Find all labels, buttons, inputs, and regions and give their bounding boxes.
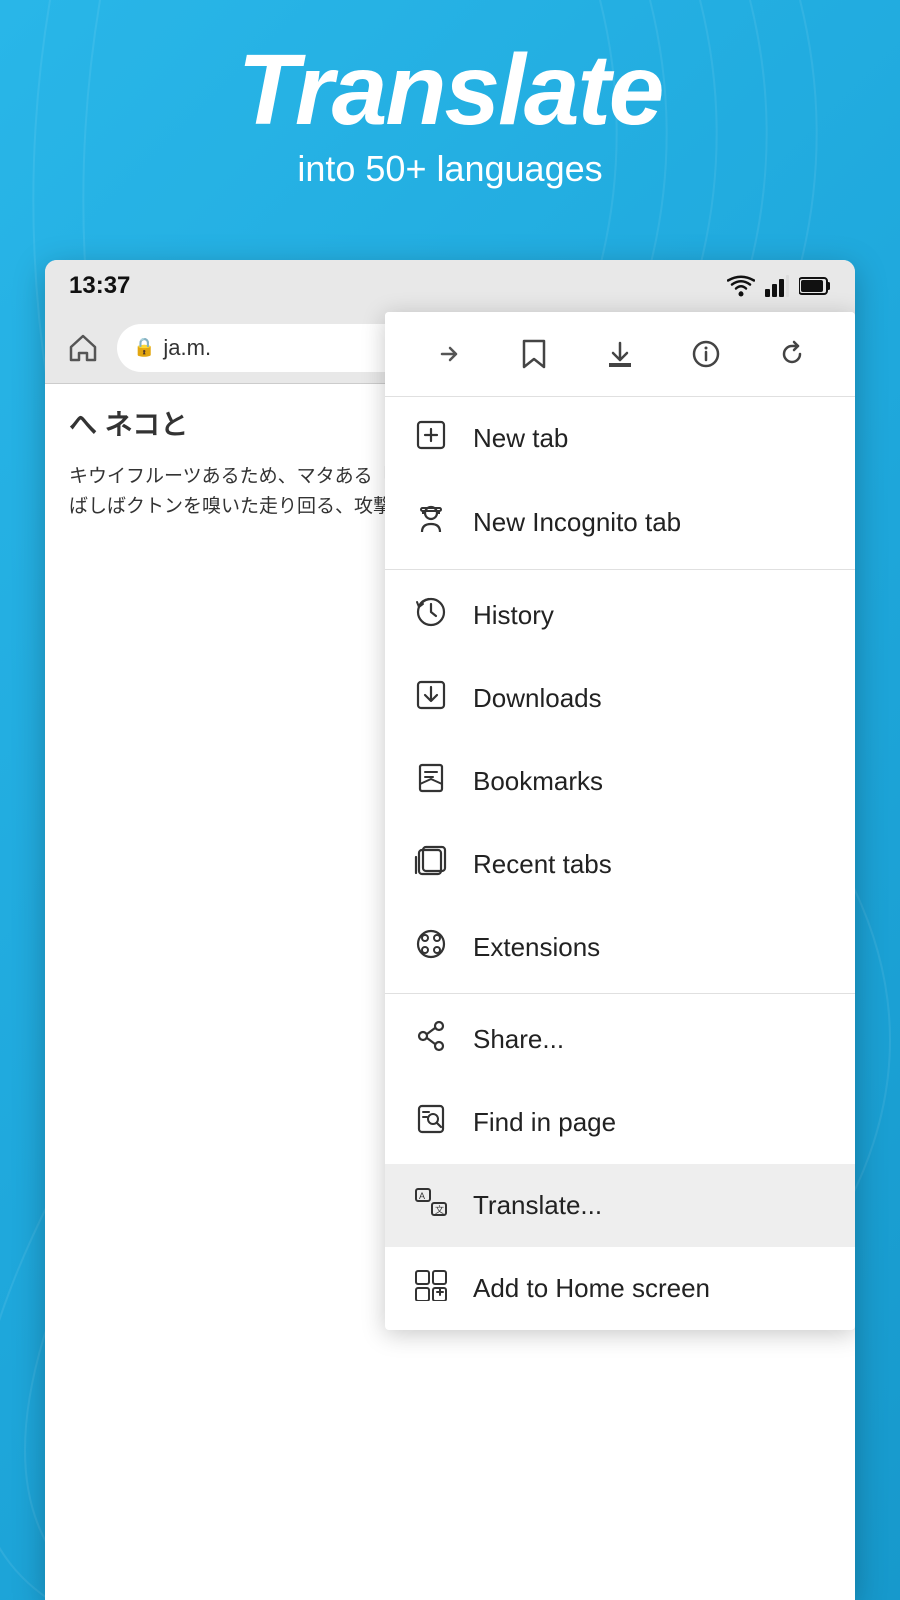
new-tab-label: New tab <box>473 423 568 454</box>
menu-item-downloads[interactable]: Downloads <box>385 657 855 740</box>
recent-tabs-icon <box>413 845 449 884</box>
downloads-label: Downloads <box>473 683 602 714</box>
menu-item-new-tab[interactable]: New tab <box>385 397 855 480</box>
home-button[interactable] <box>61 326 105 370</box>
svg-text:A: A <box>419 1191 425 1201</box>
recent-tabs-label: Recent tabs <box>473 849 612 880</box>
bookmark-button[interactable] <box>508 328 560 380</box>
header-subtitle: into 50+ languages <box>0 148 900 190</box>
status-time: 13:37 <box>69 272 130 300</box>
header-title: Translate <box>0 40 900 140</box>
status-icons <box>727 275 831 297</box>
status-bar: 13:37 <box>45 260 855 312</box>
info-button[interactable] <box>680 328 732 380</box>
menu-toolbar <box>385 312 855 397</box>
svg-text:文: 文 <box>435 1204 444 1215</box>
add-home-label: Add to Home screen <box>473 1273 710 1304</box>
find-in-page-label: Find in page <box>473 1107 616 1138</box>
divider-1 <box>385 569 855 570</box>
incognito-icon <box>413 502 449 543</box>
url-text: ja.m. <box>163 335 211 361</box>
downloads-icon <box>413 679 449 718</box>
find-icon <box>413 1103 449 1142</box>
menu-item-recent-tabs[interactable]: Recent tabs <box>385 823 855 906</box>
menu-item-history[interactable]: History <box>385 574 855 657</box>
menu-item-bookmarks[interactable]: Bookmarks <box>385 740 855 823</box>
forward-button[interactable] <box>422 328 474 380</box>
download-page-button[interactable] <box>594 328 646 380</box>
extensions-label: Extensions <box>473 932 600 963</box>
bookmarks-icon <box>413 762 449 801</box>
reload-button[interactable] <box>766 328 818 380</box>
dropdown-menu: New tab New Incognito tab <box>385 312 855 1330</box>
signal-icon <box>765 275 789 297</box>
share-label: Share... <box>473 1024 564 1055</box>
bookmarks-label: Bookmarks <box>473 766 603 797</box>
new-tab-icon <box>413 419 449 458</box>
wifi-icon <box>727 275 755 297</box>
translate-label: Translate... <box>473 1190 602 1221</box>
phone-frame: 13:37 <box>45 260 855 1600</box>
header-section: Translate into 50+ languages <box>0 40 900 190</box>
history-icon <box>413 596 449 635</box>
menu-item-translate[interactable]: A 文 Translate... <box>385 1164 855 1247</box>
menu-item-add-home[interactable]: Add to Home screen <box>385 1247 855 1330</box>
battery-icon <box>799 275 831 297</box>
menu-item-find-in-page[interactable]: Find in page <box>385 1081 855 1164</box>
share-icon <box>413 1020 449 1059</box>
menu-item-extensions[interactable]: Extensions <box>385 906 855 989</box>
extensions-icon <box>413 928 449 967</box>
menu-item-share[interactable]: Share... <box>385 998 855 1081</box>
menu-item-incognito[interactable]: New Incognito tab <box>385 480 855 565</box>
translate-icon: A 文 <box>413 1186 449 1225</box>
divider-2 <box>385 993 855 994</box>
add-home-icon <box>413 1269 449 1308</box>
incognito-label: New Incognito tab <box>473 507 681 538</box>
lock-icon: 🔒 <box>133 337 155 358</box>
history-label: History <box>473 600 554 631</box>
